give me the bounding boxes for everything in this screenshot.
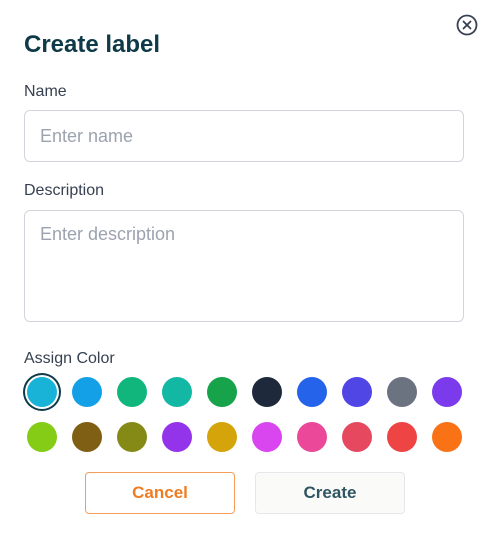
color-swatch[interactable] [342, 422, 372, 452]
color-swatch[interactable] [162, 377, 192, 407]
color-swatch[interactable] [252, 422, 282, 452]
cancel-button[interactable]: Cancel [85, 472, 235, 514]
description-input[interactable] [24, 210, 464, 322]
color-swatch[interactable] [72, 422, 102, 452]
color-swatch[interactable] [207, 422, 237, 452]
name-label: Name [24, 83, 67, 100]
color-swatch[interactable] [117, 422, 147, 452]
assign-color-label: Assign Color [24, 350, 115, 367]
dialog-title: Create label [24, 31, 161, 58]
color-swatch[interactable] [117, 377, 147, 407]
description-label: Description [24, 182, 105, 199]
name-input[interactable] [24, 110, 464, 162]
color-swatch[interactable] [342, 377, 372, 407]
color-swatch[interactable] [207, 377, 237, 407]
color-swatch[interactable] [297, 422, 327, 452]
color-swatch[interactable] [432, 422, 462, 452]
color-swatch[interactable] [162, 422, 192, 452]
color-swatch-grid [27, 377, 467, 452]
color-swatch[interactable] [252, 377, 282, 407]
color-swatch[interactable] [27, 377, 57, 407]
create-label-dialog: Create label Name Description Assign Col… [0, 0, 491, 543]
color-swatch[interactable] [387, 422, 417, 452]
close-icon[interactable] [456, 14, 478, 36]
color-swatch[interactable] [432, 377, 462, 407]
create-button[interactable]: Create [255, 472, 405, 514]
color-swatch[interactable] [297, 377, 327, 407]
color-swatch[interactable] [72, 377, 102, 407]
color-swatch[interactable] [387, 377, 417, 407]
color-swatch[interactable] [27, 422, 57, 452]
